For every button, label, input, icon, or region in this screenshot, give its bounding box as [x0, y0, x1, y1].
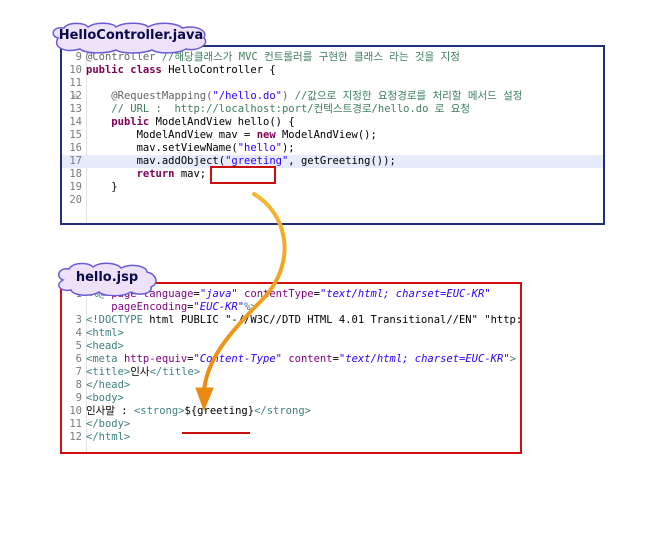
binding-arrow: [195, 192, 287, 412]
